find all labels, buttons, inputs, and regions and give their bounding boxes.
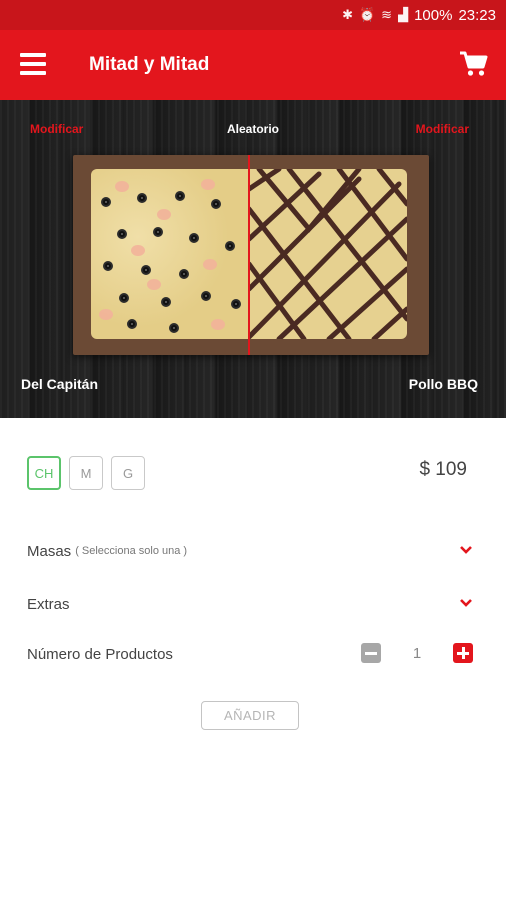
half-divider [248,155,250,355]
pizza-hero: Modificar Aleatorio Modificar Del Capitá… [0,100,506,418]
masas-label: Masas [27,542,72,560]
signal-icon: ▟ [398,7,409,22]
size-g-button[interactable]: G [111,456,145,490]
quantity-label: Número de Productos [27,645,173,663]
chevron-down-icon[interactable] [459,596,473,610]
pizza-right-half [249,169,407,339]
pizza-board [73,155,429,355]
size-selector: CH M G [27,456,145,490]
extras-row[interactable]: Extras [27,589,479,619]
add-button[interactable]: AÑADIR [201,701,299,730]
status-bar: ✱ ⏰ ≋ ▟ 100% 23:23 [0,0,506,30]
alarm-icon: ⏰ [358,7,376,22]
right-pizza-name: Pollo BBQ [408,376,478,392]
chevron-down-icon[interactable] [459,543,473,557]
left-pizza-name: Del Capitán [21,376,99,392]
cart-icon[interactable] [458,50,488,78]
quantity-value: 1 [412,645,422,662]
size-ch-button[interactable]: CH [27,456,61,490]
price: $ 109 [419,459,467,480]
modify-right-link[interactable]: Modificar [416,122,469,136]
minus-icon[interactable] [361,643,381,663]
app-bar: Mitad y Mitad [0,30,506,100]
wifi-icon: ≋ [381,7,393,22]
masas-hint: ( Selecciona solo una ) [75,545,188,557]
plus-icon[interactable] [453,643,473,663]
masas-row[interactable]: Masas ( Selecciona solo una ) [27,536,479,566]
size-m-button[interactable]: M [69,456,103,490]
extras-label: Extras [27,595,70,613]
clock: 23:23 [458,6,496,24]
battery-level: 100% [414,6,453,24]
bluetooth-icon: ✱ [342,7,353,22]
pizza-left-half [91,169,248,339]
menu-icon[interactable] [20,53,46,75]
page-title: Mitad y Mitad [89,54,210,75]
quantity-stepper: 1 [361,643,473,665]
